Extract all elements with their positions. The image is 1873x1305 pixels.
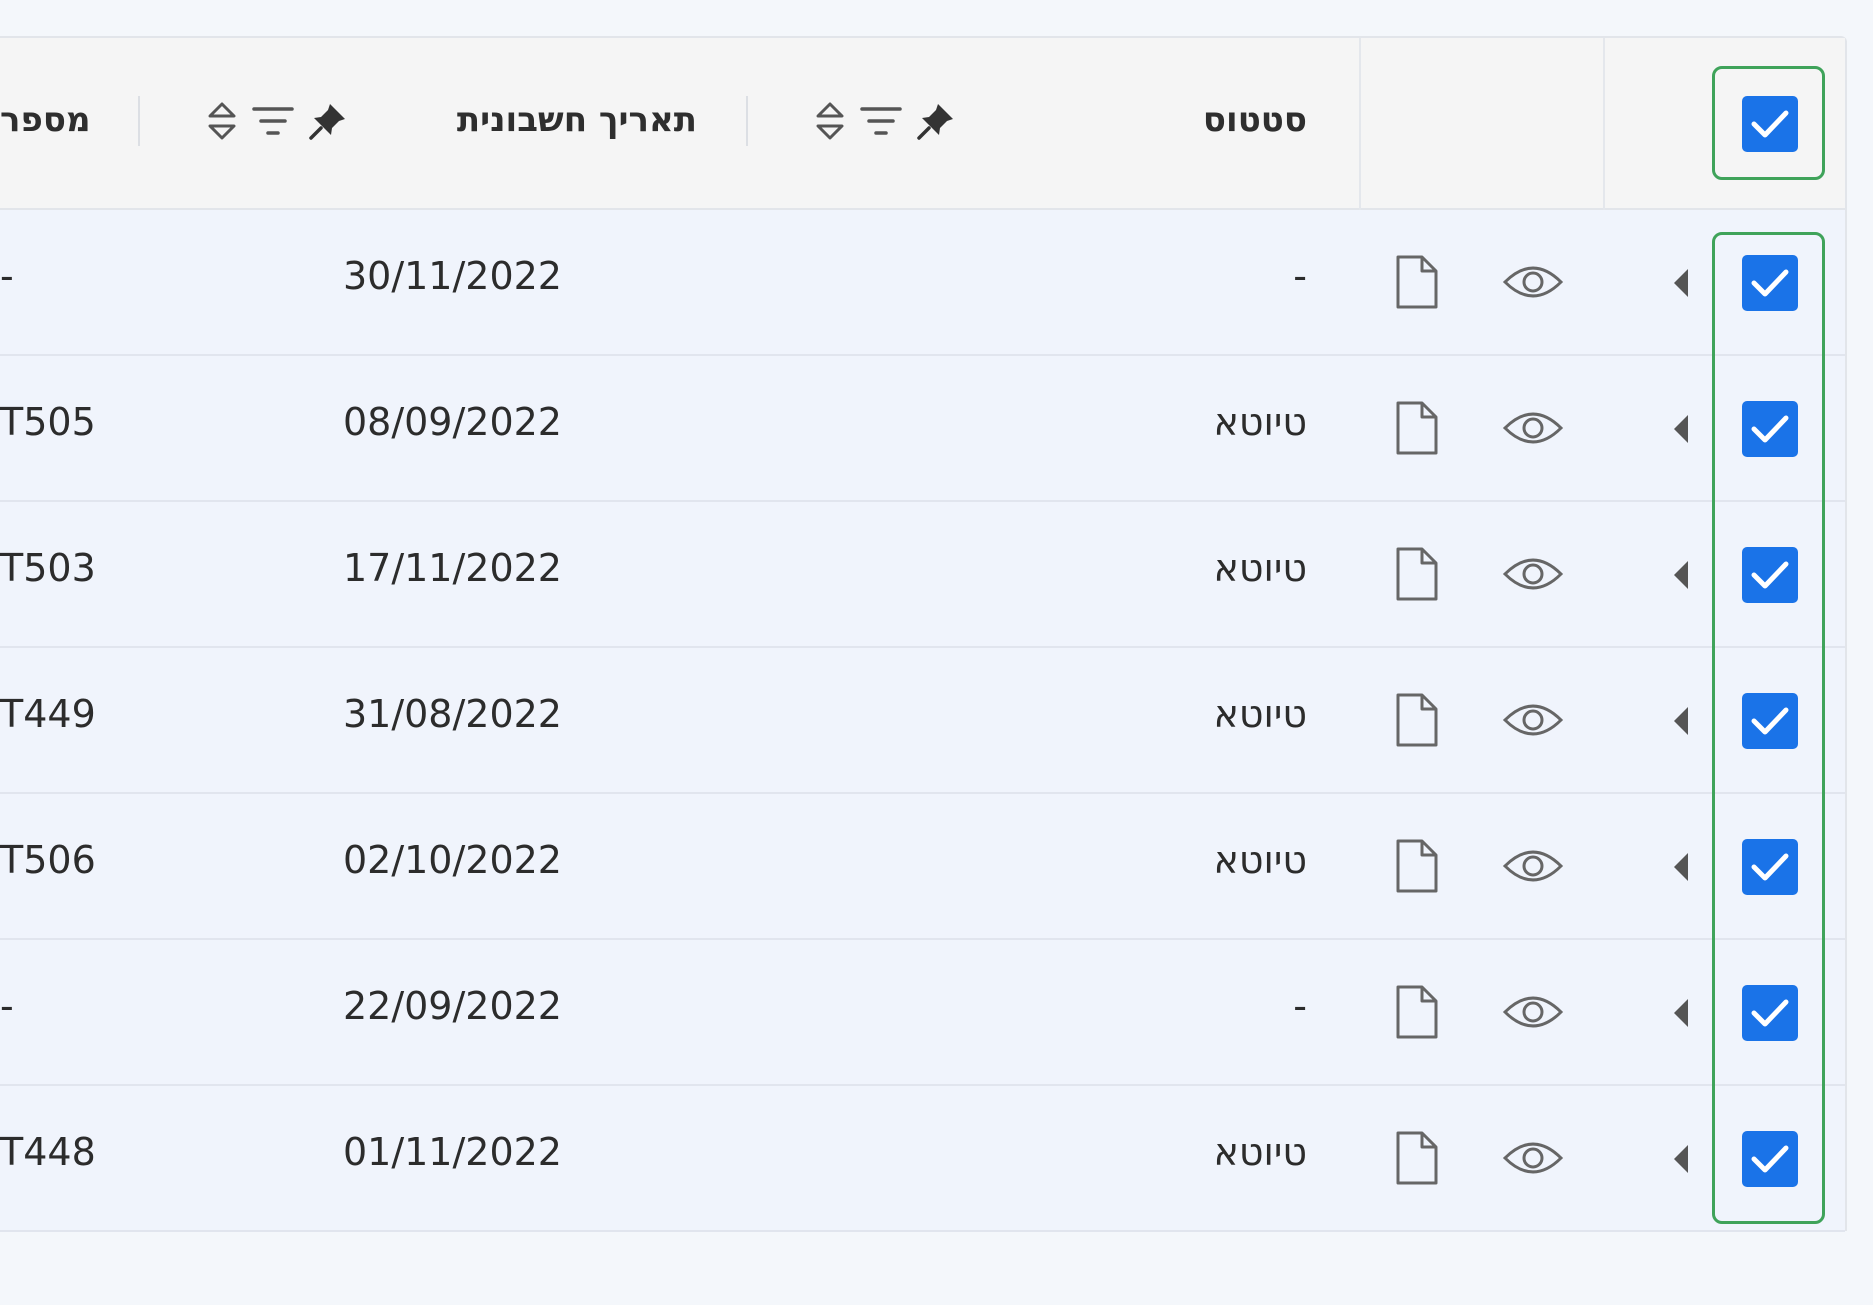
eye-icon[interactable] [1502, 698, 1564, 742]
invoice-table: מספר תאריך חשבונית סטטוס - 30/11/2022 - … [0, 36, 1847, 1232]
cell-number: - [0, 254, 14, 298]
cell-invoice-date: 01/11/2022 [342, 1130, 562, 1174]
table-row[interactable]: - 22/09/2022 - [0, 940, 1845, 1086]
caret-left-icon[interactable] [1674, 561, 1688, 589]
cell-invoice-date: 22/09/2022 [342, 984, 562, 1028]
checkmark-icon [1751, 707, 1789, 735]
eye-icon[interactable] [1502, 260, 1564, 304]
caret-left-icon[interactable] [1674, 999, 1688, 1027]
caret-left-icon[interactable] [1674, 853, 1688, 881]
cell-invoice-date: 31/08/2022 [342, 692, 562, 736]
row-checkbox[interactable] [1742, 985, 1798, 1041]
cell-number: T448 [0, 1130, 96, 1174]
document-icon[interactable] [1392, 984, 1442, 1040]
checkmark-icon [1751, 415, 1789, 443]
eye-icon[interactable] [1502, 990, 1564, 1034]
caret-left-icon[interactable] [1674, 707, 1688, 735]
checkmark-icon [1751, 269, 1789, 297]
cell-invoice-date: 02/10/2022 [342, 838, 562, 882]
checkmark-icon [1751, 1145, 1789, 1173]
row-checkbox[interactable] [1742, 255, 1798, 311]
cell-status: טיוטא [1213, 400, 1307, 444]
row-checkbox[interactable] [1742, 693, 1798, 749]
invoice-date-header-actions [206, 98, 348, 144]
column-resize-handle[interactable] [746, 96, 748, 146]
row-checkbox[interactable] [1742, 839, 1798, 895]
cell-invoice-date: 17/11/2022 [342, 546, 562, 590]
row-checkbox[interactable] [1742, 547, 1798, 603]
filter-icon[interactable] [252, 104, 294, 138]
column-header-number[interactable]: מספר [0, 100, 91, 140]
eye-icon[interactable] [1502, 844, 1564, 888]
cell-number: - [0, 984, 14, 1028]
pin-icon[interactable] [916, 101, 956, 141]
document-icon[interactable] [1392, 546, 1442, 602]
table-row[interactable]: T503 17/11/2022 טיוטא [0, 502, 1845, 648]
cell-invoice-date: 30/11/2022 [342, 254, 562, 298]
cell-number: T503 [0, 546, 96, 590]
cell-status: טיוטא [1213, 546, 1307, 590]
column-header-status[interactable]: סטטוס [1203, 100, 1307, 140]
table-header-row: מספר תאריך חשבונית סטטוס [0, 38, 1845, 210]
checkmark-icon [1751, 853, 1789, 881]
cell-status: טיוטא [1213, 1130, 1307, 1174]
eye-icon[interactable] [1502, 406, 1564, 450]
cell-invoice-date: 08/09/2022 [342, 400, 562, 444]
eye-icon[interactable] [1502, 552, 1564, 596]
cell-number: T449 [0, 692, 96, 736]
cell-number: T505 [0, 400, 96, 444]
invoice-table-view: מספר תאריך חשבונית סטטוס - 30/11/2022 - … [0, 0, 1873, 1305]
cell-status: טיוטא [1213, 692, 1307, 736]
checkmark-icon [1751, 999, 1789, 1027]
table-row[interactable]: - 30/11/2022 - [0, 210, 1845, 356]
cell-status: - [1293, 254, 1307, 298]
select-all-checkbox[interactable] [1742, 96, 1798, 152]
cell-status: - [1293, 984, 1307, 1028]
caret-left-icon[interactable] [1674, 269, 1688, 297]
cell-number: T506 [0, 838, 96, 882]
table-row[interactable]: T449 31/08/2022 טיוטא [0, 648, 1845, 794]
caret-left-icon[interactable] [1674, 1145, 1688, 1173]
table-row[interactable]: T506 02/10/2022 טיוטא [0, 794, 1845, 940]
cell-status: טיוטא [1213, 838, 1307, 882]
filter-icon[interactable] [860, 104, 902, 138]
status-header-actions [814, 98, 956, 144]
pin-icon[interactable] [308, 101, 348, 141]
document-icon[interactable] [1392, 400, 1442, 456]
column-resize-handle[interactable] [138, 96, 140, 146]
document-icon[interactable] [1392, 692, 1442, 748]
table-row[interactable]: T505 08/09/2022 טיוטא [0, 356, 1845, 502]
sort-icon[interactable] [206, 99, 238, 143]
row-checkbox[interactable] [1742, 401, 1798, 457]
document-icon[interactable] [1392, 838, 1442, 894]
eye-icon[interactable] [1502, 1136, 1564, 1180]
document-icon[interactable] [1392, 254, 1442, 310]
checkmark-icon [1751, 561, 1789, 589]
checkmark-icon [1751, 110, 1789, 138]
caret-left-icon[interactable] [1674, 415, 1688, 443]
column-header-invoice-date[interactable]: תאריך חשבונית [457, 100, 697, 140]
row-checkbox[interactable] [1742, 1131, 1798, 1187]
sort-icon[interactable] [814, 99, 846, 143]
table-row[interactable]: T448 01/11/2022 טיוטא [0, 1086, 1845, 1232]
document-icon[interactable] [1392, 1130, 1442, 1186]
